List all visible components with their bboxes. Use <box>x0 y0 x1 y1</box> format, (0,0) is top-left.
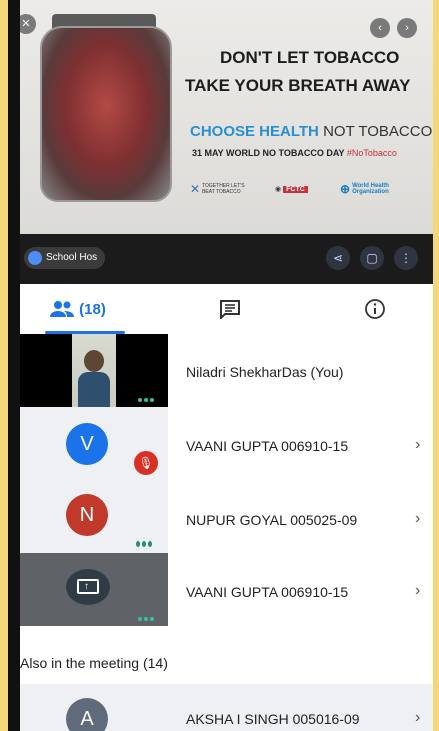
avatar: N <box>66 494 108 536</box>
tab-info[interactable] <box>350 284 400 334</box>
participant-name: NUPUR GOYAL 005025-09 <box>186 512 358 528</box>
avatar-tile: V 🎙 <box>20 407 168 480</box>
camera-tile <box>20 334 168 407</box>
presenting-icon <box>28 251 42 265</box>
avatar-tile: N <box>20 480 168 553</box>
audio-indicator-icon <box>136 534 154 547</box>
fctc-logo-text: FCTC <box>283 185 308 193</box>
audio-indicator-icon <box>138 608 156 621</box>
poster-headline-2: TAKE YOUR BREATH AWAY <box>185 76 411 95</box>
participant-row[interactable]: N NUPUR GOYAL 005025-09 › <box>20 480 433 553</box>
avatar: A <box>66 698 108 731</box>
choose-health-text: CHOOSE HEALTH <box>190 123 319 140</box>
participant-row[interactable]: Niladri ShekharDas (You) <box>20 334 433 407</box>
present-screen-icon: ↑ <box>66 569 110 605</box>
lungs-jar-image <box>40 26 172 202</box>
participant-name: AKSHA I SINGH 005016-09 <box>186 711 360 727</box>
fctc-logo: ◉ FCTC <box>275 180 308 198</box>
also-in-meeting-heading: Also in the meeting (14) <box>20 655 168 671</box>
participant-name: VAANI GUPTA 006910-15 <box>186 584 349 600</box>
who-logo: ⊕ World Health Organization <box>340 180 420 198</box>
chat-icon <box>220 300 240 319</box>
side-panel-tabs: (18) <box>20 284 433 335</box>
left-frame <box>0 0 8 731</box>
chevron-right-icon[interactable]: › <box>415 436 420 454</box>
participant-row[interactable]: ↑ VAANI GUPTA 006910-15 › <box>20 553 433 626</box>
next-icon[interactable]: › <box>397 18 417 38</box>
tab-people[interactable]: (18) <box>30 284 125 334</box>
chevron-right-icon[interactable]: › <box>415 709 420 727</box>
right-frame <box>433 0 439 731</box>
who-logo-text: World Health Organization <box>352 183 389 195</box>
poster-date-line: 31 MAY WORLD NO TOBACCO DAY #NoTobacco <box>192 148 397 158</box>
participant-list: Niladri ShekharDas (You) V 🎙 VAANI GUPTA… <box>20 334 433 731</box>
poster-logos: ✕ TOGETHER LET'S BEAT TOBACCO ◉ FCTC ⊕ W… <box>190 180 420 202</box>
presentation-video[interactable]: DON'T LET TOBACCO TAKE YOUR BREATH AWAY … <box>20 0 433 284</box>
people-icon <box>50 301 75 317</box>
shirt-image <box>78 372 110 407</box>
left-dark-strip <box>8 0 20 731</box>
not-tobacco-text: NOT TOBACCO <box>323 123 433 140</box>
share-icon[interactable]: ⋖ <box>326 246 350 270</box>
poster-choose-health: CHOOSE HEALTH NOT TOBACCO <box>190 123 432 140</box>
chevron-right-icon[interactable]: › <box>415 510 420 528</box>
presenter-name: School Hos <box>46 252 98 263</box>
tab-chat[interactable] <box>205 284 255 334</box>
avatar: V <box>66 423 108 465</box>
people-count: (18) <box>79 300 106 318</box>
participant-name: VAANI GUPTA 006910-15 <box>186 438 349 454</box>
presenter-chip[interactable]: School Hos <box>24 247 106 269</box>
presentation-tile: ↑ <box>20 553 168 626</box>
together-logo: ✕ TOGETHER LET'S BEAT TOBACCO <box>190 180 250 198</box>
participant-name: Niladri ShekharDas (You) <box>186 364 344 380</box>
face-image <box>84 350 104 372</box>
together-logo-text: TOGETHER LET'S BEAT TOBACCO <box>202 183 245 195</box>
hashtag-text: #NoTobacco <box>346 148 397 158</box>
chevron-right-icon[interactable]: › <box>415 582 420 600</box>
participant-row[interactable]: A AKSHA I SINGH 005016-09 › <box>20 684 433 731</box>
pin-icon[interactable]: ▢ <box>360 246 384 270</box>
date-line-text: 31 MAY WORLD NO TOBACCO DAY <box>192 148 345 158</box>
previous-icon[interactable]: ‹ <box>370 18 390 38</box>
audio-indicator-icon <box>138 389 156 402</box>
poster-headline-1: DON'T LET TOBACCO <box>220 48 400 67</box>
tobacco-poster: DON'T LET TOBACCO TAKE YOUR BREATH AWAY … <box>20 0 433 234</box>
info-icon <box>365 299 385 319</box>
mic-muted-icon: 🎙 <box>134 451 158 475</box>
camera-feed <box>72 334 116 407</box>
participant-row[interactable]: V 🎙 VAANI GUPTA 006910-15 › <box>20 407 433 480</box>
more-icon[interactable]: ⋮ <box>394 246 418 270</box>
